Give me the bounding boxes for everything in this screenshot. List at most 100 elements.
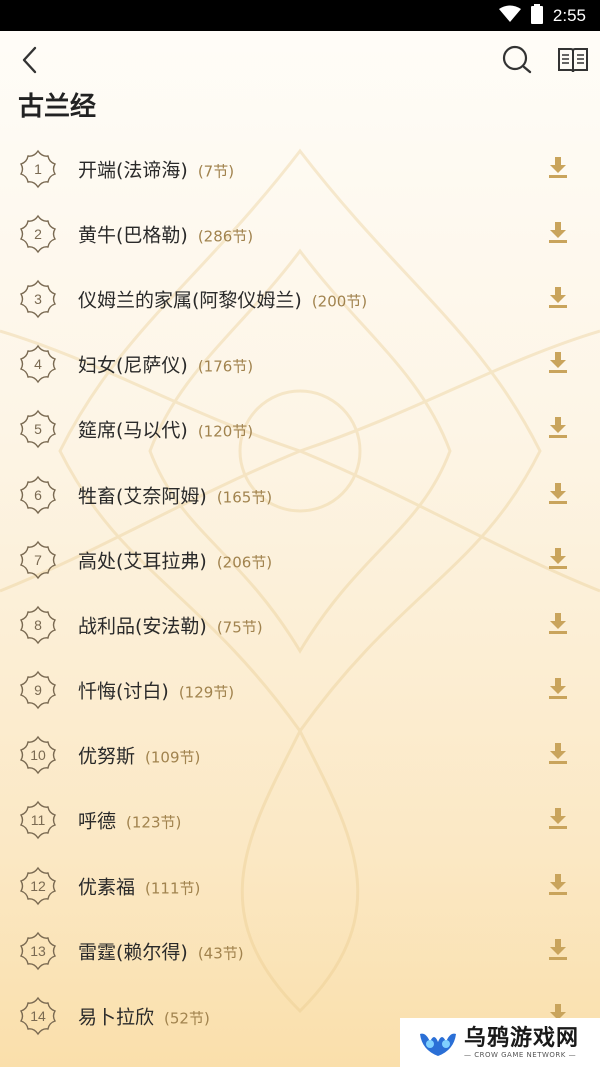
download-icon xyxy=(547,611,569,639)
chapter-row[interactable]: 9 忏悔(讨白) (129节) xyxy=(0,658,600,723)
chapter-row[interactable]: 8 战利品(安法勒) (75节) xyxy=(0,592,600,657)
book-icon xyxy=(558,48,588,73)
watermark-subtitle: — CROW GAME NETWORK — xyxy=(464,1050,577,1059)
chapter-title: 呼德 (123节) xyxy=(78,807,181,834)
chapter-number: 12 xyxy=(30,877,46,894)
download-button[interactable] xyxy=(544,285,572,313)
chapter-row[interactable]: 11 呼德 (123节) xyxy=(0,788,600,853)
chapter-title: 优素福 (111节) xyxy=(78,872,200,899)
download-button[interactable] xyxy=(544,872,572,900)
chapter-row[interactable]: 4 妇女(尼萨仪) (176节) xyxy=(0,332,600,397)
chapter-number-badge: 9 xyxy=(18,670,58,710)
download-button[interactable] xyxy=(544,546,572,574)
chapter-name: 牲畜(艾奈阿姆) xyxy=(78,485,207,508)
chapter-row[interactable]: 5 筵席(马以代) (120节) xyxy=(0,397,600,462)
chapter-number: 7 xyxy=(34,551,42,568)
download-button[interactable] xyxy=(544,155,572,183)
download-button[interactable] xyxy=(544,481,572,509)
chapter-name: 呼德 xyxy=(78,810,117,833)
verse-count: (286节) xyxy=(197,227,254,246)
chapter-title: 开端(法谛海) (7节) xyxy=(78,155,234,182)
chapter-name: 战利品(安法勒) xyxy=(78,615,207,638)
watermark: 乌鸦游戏网 — CROW GAME NETWORK — xyxy=(400,1018,600,1067)
download-button[interactable] xyxy=(544,415,572,443)
download-icon xyxy=(547,415,569,443)
back-button[interactable] xyxy=(14,42,44,78)
chapter-number-badge: 1 xyxy=(18,149,58,189)
chapter-name: 优努斯 xyxy=(78,745,136,768)
verse-count: (129节) xyxy=(178,683,235,702)
download-icon xyxy=(547,155,569,183)
chapter-number: 1 xyxy=(34,160,42,177)
chapter-row[interactable]: 12 优素福 (111节) xyxy=(0,853,600,918)
download-button[interactable] xyxy=(544,741,572,769)
chapter-title: 忏悔(讨白) (129节) xyxy=(78,677,234,704)
verse-count: (176节) xyxy=(197,357,254,376)
chapter-number: 2 xyxy=(34,225,42,242)
chapter-title: 筵席(马以代) (120节) xyxy=(78,416,253,443)
verse-count: (123节) xyxy=(126,813,182,832)
battery-icon xyxy=(530,3,543,28)
chapter-row[interactable]: 7 高处(艾耳拉弗) (206节) xyxy=(0,527,600,592)
download-button[interactable] xyxy=(544,611,572,639)
download-icon xyxy=(547,937,569,965)
chapter-number: 8 xyxy=(34,616,42,633)
download-icon xyxy=(547,806,569,834)
chapter-row[interactable]: 2 黄牛(巴格勒) (286节) xyxy=(0,201,600,266)
verse-count: (200节) xyxy=(311,292,368,311)
chapter-number-badge: 14 xyxy=(18,996,58,1036)
chapter-row[interactable]: 13 雷霆(赖尔得) (43节) xyxy=(0,918,600,983)
chapter-number: 13 xyxy=(30,942,46,959)
download-button[interactable] xyxy=(544,806,572,834)
verse-count: (52节) xyxy=(164,1009,210,1028)
chapter-title: 牲畜(艾奈阿姆) (165节) xyxy=(78,481,272,508)
verse-count: (111节) xyxy=(145,879,201,898)
download-icon xyxy=(547,676,569,704)
chapter-number-badge: 5 xyxy=(18,409,58,449)
chapter-title: 仪姆兰的家属(阿黎仪姆兰) (200节) xyxy=(78,285,367,312)
chapter-number-badge: 4 xyxy=(18,344,58,384)
chapter-row[interactable]: 1 开端(法谛海) (7节) xyxy=(0,136,600,201)
chapter-row[interactable]: 6 牲畜(艾奈阿姆) (165节) xyxy=(0,462,600,527)
chapter-number-badge: 7 xyxy=(18,540,58,580)
download-icon xyxy=(547,741,569,769)
chapter-row[interactable]: 10 优努斯 (109节) xyxy=(0,723,600,788)
chapter-title: 黄牛(巴格勒) (286节) xyxy=(78,220,253,247)
chapter-number-badge: 13 xyxy=(18,931,58,971)
chapter-name: 黄牛(巴格勒) xyxy=(78,224,188,247)
download-icon xyxy=(547,350,569,378)
download-button[interactable] xyxy=(544,676,572,704)
download-button[interactable] xyxy=(544,220,572,248)
verse-count: (120节) xyxy=(197,422,254,441)
chapter-number-badge: 3 xyxy=(18,279,58,319)
status-bar: 2:55 xyxy=(0,0,600,31)
chapter-title: 雷霆(赖尔得) (43节) xyxy=(78,937,244,964)
verse-count: (109节) xyxy=(145,748,201,767)
download-icon xyxy=(547,872,569,900)
chapter-name: 忏悔(讨白) xyxy=(78,680,169,703)
page-title: 古兰经 xyxy=(18,92,97,122)
download-button[interactable] xyxy=(544,350,572,378)
back-arrow-icon xyxy=(22,46,37,74)
search-button[interactable] xyxy=(498,42,536,78)
verse-count: (165节) xyxy=(216,488,273,507)
chapter-name: 开端(法谛海) xyxy=(78,159,188,182)
chapter-number-badge: 11 xyxy=(18,800,58,840)
chapter-name: 筵席(马以代) xyxy=(78,419,188,442)
chapter-row[interactable]: 3 仪姆兰的家属(阿黎仪姆兰) (200节) xyxy=(0,266,600,331)
chapter-number: 3 xyxy=(34,290,42,307)
verse-count: (43节) xyxy=(197,944,244,963)
chapter-name: 仪姆兰的家属(阿黎仪姆兰) xyxy=(78,289,302,312)
chapter-title: 战利品(安法勒) (75节) xyxy=(78,611,263,638)
status-time: 2:55 xyxy=(552,5,586,25)
book-button[interactable] xyxy=(554,42,592,78)
download-icon xyxy=(547,481,569,509)
chapter-list: 1 开端(法谛海) (7节) 2 黄牛(巴格勒) (286节) 3 仪姆兰的家属(阿黎仪姆兰)… xyxy=(0,136,600,1049)
chapter-title: 妇女(尼萨仪) (176节) xyxy=(78,351,253,378)
chapter-number: 4 xyxy=(34,356,42,373)
watermark-title: 乌鸦游戏网 xyxy=(464,1025,580,1051)
chapter-number-badge: 10 xyxy=(18,735,58,775)
download-button[interactable] xyxy=(544,937,572,965)
crow-logo-icon xyxy=(420,1033,456,1056)
chapter-title: 优努斯 (109节) xyxy=(78,742,200,769)
